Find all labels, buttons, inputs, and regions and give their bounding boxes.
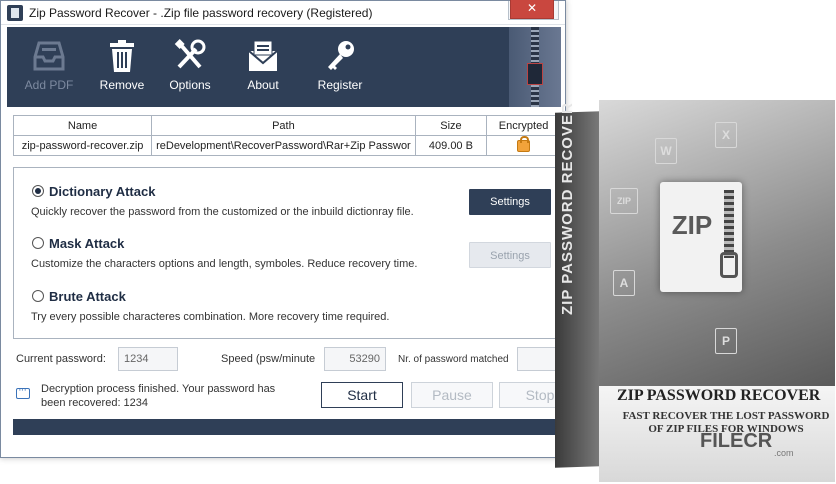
cell-path: reDevelopment\RecoverPassword\Rar+Zip Pa… — [151, 135, 416, 156]
dictionary-settings-button[interactable]: Settings — [469, 189, 551, 215]
brute-attack-title[interactable]: Brute Attack — [49, 289, 126, 304]
app-window: Zip Password Recover - .Zip file passwor… — [0, 0, 581, 458]
cell-name: zip-password-recover.zip — [12, 135, 153, 156]
about-label: About — [247, 78, 279, 92]
trash-icon — [110, 40, 134, 72]
speed-label: Speed (psw/minute — [221, 353, 316, 365]
powerpoint-doc-icon: P — [715, 328, 737, 354]
add-pdf-button[interactable]: Add PDF — [9, 27, 89, 107]
register-button[interactable]: Register — [300, 27, 380, 107]
table-row[interactable]: zip-password-recover.zip reDevelopment\R… — [12, 135, 561, 156]
options-label: Options — [169, 78, 211, 92]
wrench-screwdriver-icon — [174, 39, 206, 69]
chat-bubble-icon — [16, 384, 30, 399]
current-password-label: Current password: — [16, 353, 106, 365]
matched-label: Nr. of password matched — [398, 354, 509, 365]
status-bar — [13, 419, 561, 435]
zipper-graphic — [724, 190, 734, 258]
table-header-row: Name Path Size Encrypted — [12, 115, 561, 136]
brute-attack-desc: Try every possible characteres combinati… — [31, 311, 390, 323]
column-header-encrypted[interactable]: Encrypted — [486, 115, 561, 136]
zip-file-label: ZIP — [671, 210, 713, 240]
pause-button[interactable]: Pause — [411, 382, 493, 408]
box-title: ZIP PASSWORD RECOVER — [617, 387, 821, 404]
lock-icon — [517, 136, 531, 152]
close-button[interactable]: ✕ — [510, 0, 554, 19]
mask-attack-title[interactable]: Mask Attack — [49, 236, 124, 251]
column-header-size[interactable]: Size — [414, 115, 488, 136]
zip-file-graphic: ZIP — [660, 182, 742, 292]
status-message: Decryption process finished. Your passwo… — [41, 383, 276, 409]
add-pdf-label: Add PDF — [24, 78, 74, 92]
zipper-pull-graphic — [527, 63, 543, 85]
zipper-pull-graphic — [720, 252, 738, 278]
screenshot-stage: Zip Password Recover - .Zip file passwor… — [0, 0, 836, 484]
toolbar: Add PDF Remove Options About Register — [7, 27, 561, 107]
column-header-name[interactable]: Name — [12, 115, 153, 136]
watermark-domain: .com — [774, 448, 794, 458]
word-doc-icon: W — [655, 138, 677, 164]
product-box: ZIP PASSWORD RECOVER W X ZIP A P ZIP ZIP… — [555, 100, 835, 482]
mask-attack-desc: Customize the characters options and len… — [31, 258, 418, 270]
file-table: Name Path Size Encrypted zip-password-re… — [12, 115, 561, 156]
app-icon — [7, 5, 23, 21]
inbox-tray-icon — [33, 41, 65, 71]
envelope-icon — [248, 40, 278, 71]
options-button[interactable]: Options — [150, 27, 230, 107]
about-button[interactable]: About — [223, 27, 303, 107]
attack-mode-panel: Dictionary Attack Quickly recover the pa… — [13, 167, 561, 339]
excel-doc-icon: X — [715, 122, 737, 148]
access-doc-icon: A — [613, 270, 635, 296]
dictionary-attack-desc: Quickly recover the password from the cu… — [31, 206, 414, 218]
dictionary-attack-radio[interactable] — [32, 185, 44, 197]
key-icon — [328, 41, 354, 70]
column-header-path[interactable]: Path — [151, 115, 416, 136]
current-password-field[interactable]: 1234 — [118, 347, 178, 371]
cell-encrypted — [486, 135, 561, 156]
window-title: Zip Password Recover - .Zip file passwor… — [29, 6, 373, 20]
brute-attack-radio[interactable] — [32, 290, 44, 302]
speed-field[interactable]: 53290 — [324, 347, 386, 371]
register-label: Register — [317, 78, 363, 92]
mask-settings-button[interactable]: Settings — [469, 242, 551, 268]
zip-banner-graphic — [509, 27, 561, 107]
box-spine-text: ZIP PASSWORD RECOVER — [559, 102, 576, 315]
dictionary-attack-title[interactable]: Dictionary Attack — [49, 184, 155, 199]
zip-doc-icon: ZIP — [610, 188, 638, 214]
cell-size: 409.00 B — [414, 135, 488, 156]
watermark-brand: FILECR — [700, 430, 773, 452]
title-bar[interactable]: Zip Password Recover - .Zip file passwor… — [1, 1, 565, 25]
start-button[interactable]: Start — [321, 382, 403, 408]
mask-attack-radio[interactable] — [32, 237, 44, 249]
